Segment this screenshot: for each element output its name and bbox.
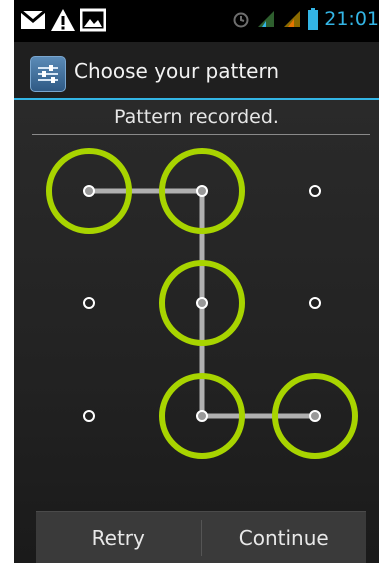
gmail-icon (20, 9, 46, 29)
image-icon (80, 8, 106, 32)
signal-icon (258, 11, 275, 27)
alarm-icon (233, 12, 249, 28)
pattern-dot (309, 185, 321, 197)
pattern-screen: Pattern recorded. Retry Continue (14, 100, 379, 563)
status-bar: 21:01 (14, 0, 379, 42)
pattern-dot (196, 410, 208, 422)
phone-screen: 21:01 Choose your pattern Pattern record… (14, 0, 379, 563)
pattern-dot (309, 297, 321, 309)
pattern-dot (83, 185, 95, 197)
pattern-node[interactable] (83, 297, 95, 309)
pattern-node[interactable] (309, 185, 321, 197)
pattern-dot (309, 410, 321, 422)
pattern-node[interactable] (309, 297, 321, 309)
notification-icons (20, 8, 106, 32)
button-bar: Retry Continue (36, 511, 366, 563)
pattern-dot (83, 297, 95, 309)
pattern-dot (83, 410, 95, 422)
signal-icon (284, 11, 301, 27)
pattern-dot (196, 297, 208, 309)
pattern-dot (196, 185, 208, 197)
alert-icon (51, 9, 75, 31)
settings-app-icon (30, 56, 66, 92)
retry-button[interactable]: Retry (36, 512, 201, 563)
clock: 21:01 (324, 8, 379, 30)
system-status-icons: 21:01 (232, 8, 379, 30)
continue-button[interactable]: Continue (202, 512, 367, 563)
pattern-node[interactable] (83, 410, 95, 422)
title-bar: Choose your pattern (14, 42, 379, 100)
page-title: Choose your pattern (74, 59, 280, 83)
sliders-icon (38, 65, 58, 83)
battery-icon (308, 8, 319, 30)
pattern-grid[interactable] (14, 100, 379, 563)
